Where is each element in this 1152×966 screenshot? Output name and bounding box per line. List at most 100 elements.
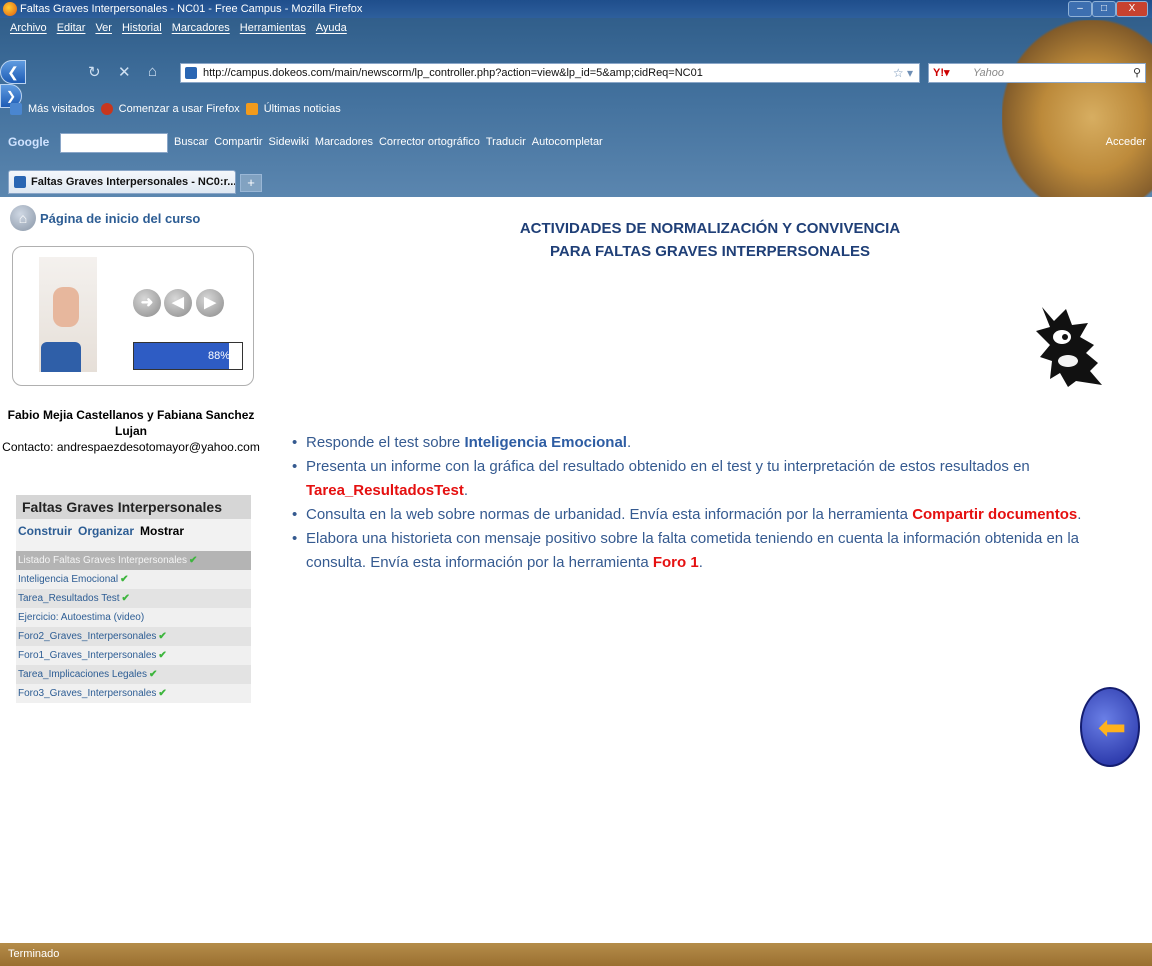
heading-line-2: PARA FALTAS GRAVES INTERPERSONALES (549, 243, 871, 260)
check-icon: ✔ (188, 555, 198, 566)
toc-item[interactable]: Foro3_Graves_Interpersonales ✔ (16, 684, 251, 703)
bookmark-getting-started[interactable]: Comenzar a usar Firefox (119, 103, 240, 115)
tab-mostrar[interactable]: Mostrar (140, 519, 184, 551)
google-marcadores[interactable]: Marcadores (315, 136, 373, 148)
heading-line-1: ACTIVIDADES DE NORMALIZACIÓN Y CONVIVENC… (519, 220, 901, 237)
search-icon[interactable]: ⚲ (1133, 64, 1141, 82)
bookmark-latest-news[interactable]: Últimas noticias (264, 103, 341, 115)
toc-item-label: Ejercicio: Autoestima (video) (18, 612, 145, 623)
google-autocompletar[interactable]: Autocompletar (532, 136, 603, 148)
page-heading: ACTIVIDADES DE NORMALIZACIÓN Y CONVIVENC… (380, 217, 1040, 263)
google-logo: Google (8, 135, 50, 149)
navigation-bar: ❮ ❯ ↻ ✕ ⌂ http://campus.dokeos.com/main/… (0, 60, 1152, 108)
toc-title: Faltas Graves Interpersonales (16, 495, 251, 519)
google-sidewiki[interactable]: Sidewiki (269, 136, 309, 148)
course-home-label: Página de inicio del curso (40, 210, 201, 226)
toc-item-label: Foro1_Graves_Interpersonales (18, 650, 157, 661)
search-placeholder: Yahoo (973, 67, 1004, 79)
previous-button[interactable]: ◀ (164, 289, 192, 317)
activity-1-text: Responde el test sobre (306, 434, 465, 451)
bookmark-most-visited[interactable]: Más visitados (28, 103, 95, 115)
bookmark-star-icon[interactable]: ☆ ▾ (893, 64, 913, 82)
firefox-bookmark-icon (100, 103, 113, 115)
lesson-thumbnail (39, 257, 97, 372)
google-acceder[interactable]: Acceder (1106, 136, 1146, 148)
toc-item[interactable]: Foro1_Graves_Interpersonales ✔ (16, 646, 251, 665)
activity-item-1: Responde el test sobre Inteligencia Emoc… (290, 431, 1140, 455)
link-compartir-documentos[interactable]: Compartir documentos (912, 506, 1077, 523)
autoplay-button[interactable]: ➜ (133, 289, 161, 317)
google-search-input[interactable] (60, 133, 168, 153)
tab-construir[interactable]: Construir (18, 519, 72, 551)
activity-2-end: . (463, 482, 469, 499)
tab-title: Faltas Graves Interpersonales - NC0:r... (31, 176, 236, 188)
check-icon: ✔ (148, 669, 158, 680)
new-tab-button[interactable]: + (240, 174, 262, 192)
rss-icon (245, 103, 258, 115)
menu-bar: Archivo Editar Ver Historial Marcadores … (0, 19, 347, 37)
toc-item-label: Foro2_Graves_Interpersonales (18, 631, 157, 642)
toc-item[interactable]: Inteligencia Emocional ✔ (16, 570, 251, 589)
google-buscar[interactable]: Buscar (174, 136, 208, 148)
back-arrow-button[interactable]: ⬅ (1080, 687, 1140, 767)
toc-item-label: Tarea_Implicaciones Legales (18, 669, 147, 680)
window-titlebar: Faltas Graves Interpersonales - NC01 - F… (0, 0, 1152, 18)
toc-item[interactable]: Tarea_Implicaciones Legales ✔ (16, 665, 251, 684)
menu-archivo[interactable]: Archivo (10, 19, 47, 37)
cartoon-cat-image (1036, 307, 1102, 387)
toc-item-label: Listado Faltas Graves Interpersonales (18, 555, 187, 566)
menu-editar[interactable]: Editar (57, 19, 86, 37)
link-foro-1[interactable]: Foro 1 (653, 554, 699, 571)
course-home-link[interactable]: ⌂ Página de inicio del curso (10, 205, 200, 231)
site-favicon (185, 67, 197, 79)
home-icon[interactable]: ⌂ (148, 63, 157, 80)
search-input[interactable]: Y!▾ Yahoo ⚲ (928, 63, 1146, 83)
toc-item[interactable]: Ejercicio: Autoestima (video) (16, 608, 251, 627)
activity-list: Responde el test sobre Inteligencia Emoc… (290, 431, 1140, 575)
activity-1-end: . (626, 434, 632, 451)
player-box: ➜ ◀ ▶ 88% (12, 246, 254, 386)
toc-item-label: Foro3_Graves_Interpersonales (18, 688, 157, 699)
reload-icon[interactable]: ↻ (88, 63, 101, 81)
thumbnail-arm (41, 342, 81, 372)
activity-2-text: Presenta un informe con la gráfica del r… (306, 458, 1030, 475)
toc-item[interactable]: Tarea_Resultados Test ✔ (16, 589, 251, 608)
stop-icon[interactable]: ✕ (118, 63, 131, 81)
url-text: http://campus.dokeos.com/main/newscorm/l… (203, 67, 703, 79)
activity-item-3: Consulta en la web sobre normas de urban… (290, 503, 1140, 527)
google-compartir[interactable]: Compartir (214, 136, 262, 148)
status-text: Terminado (8, 948, 60, 960)
google-traducir[interactable]: Traducir (486, 136, 526, 148)
maximize-button[interactable]: □ (1092, 1, 1116, 17)
close-button[interactable]: X (1116, 1, 1148, 17)
menu-ayuda[interactable]: Ayuda (316, 19, 347, 37)
table-of-contents: Faltas Graves Interpersonales Construir … (16, 495, 251, 703)
toc-item[interactable]: Foro2_Graves_Interpersonales ✔ (16, 627, 251, 646)
toc-tabs: Construir Organizar Mostrar (16, 519, 251, 551)
link-inteligencia-emocional[interactable]: Inteligencia Emocional (464, 434, 627, 451)
home-icon: ⌂ (10, 205, 36, 231)
menu-ver[interactable]: Ver (95, 19, 112, 37)
tab-active[interactable]: Faltas Graves Interpersonales - NC0:r... (8, 170, 236, 194)
menu-marcadores[interactable]: Marcadores (172, 19, 230, 37)
tab-organizar[interactable]: Organizar (78, 519, 134, 551)
back-arrow-icon: ⬅ (1097, 709, 1127, 747)
yahoo-icon[interactable]: Y!▾ (933, 64, 950, 82)
google-toolbar: Google Buscar Compartir Sidewiki Marcado… (0, 132, 1152, 154)
next-button[interactable]: ▶ (196, 289, 224, 317)
toc-item[interactable]: Listado Faltas Graves Interpersonales ✔ (16, 551, 251, 570)
link-tarea-resultados[interactable]: Tarea_ResultadosTest (306, 482, 464, 499)
authors-block: Fabio Mejia Castellanos y Fabiana Sanche… (0, 407, 262, 455)
menu-historial[interactable]: Historial (122, 19, 162, 37)
back-button[interactable]: ❮ (0, 60, 26, 84)
menu-herramientas[interactable]: Herramientas (240, 19, 306, 37)
minimize-button[interactable]: – (1068, 1, 1092, 17)
url-bar[interactable]: http://campus.dokeos.com/main/newscorm/l… (180, 63, 920, 83)
most-visited-icon (10, 103, 22, 115)
activity-item-4: Elabora una historieta con mensaje posit… (290, 527, 1140, 575)
google-corrector[interactable]: Corrector ortográfico (379, 136, 480, 148)
toc-item-label: Tarea_Resultados Test (18, 593, 120, 604)
activity-item-2: Presenta un informe con la gráfica del r… (290, 455, 1140, 503)
check-icon: ✔ (120, 574, 129, 585)
status-bar: Terminado (0, 943, 1152, 966)
